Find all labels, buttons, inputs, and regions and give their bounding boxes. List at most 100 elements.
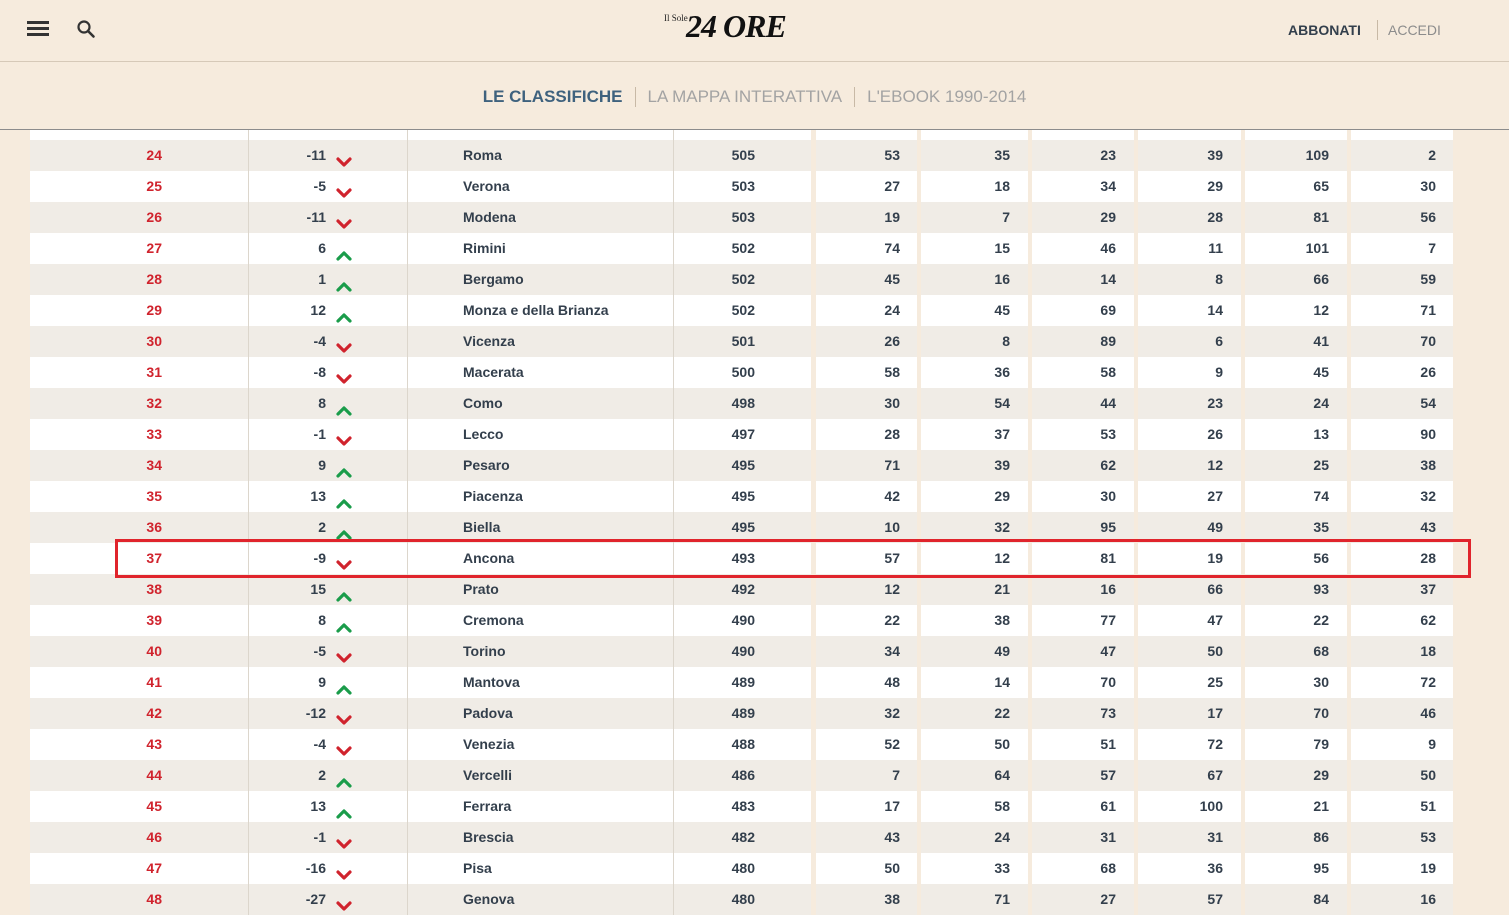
table-row[interactable]: 43 -4 Venezia 488 52 50 51 72 79 9 (30, 729, 1453, 760)
rank-cell: 37 (146, 550, 162, 566)
column-gap (917, 130, 921, 915)
value-cell: 50 (884, 860, 900, 876)
value-cell: 32 (1420, 488, 1436, 504)
value-cell: 89 (1100, 333, 1116, 349)
value-cell: 30 (1313, 674, 1329, 690)
table-row[interactable]: 24 -11 Roma 505 53 35 23 39 109 2 (30, 140, 1453, 171)
value-cell: 39 (994, 457, 1010, 473)
trend-down-icon (336, 738, 352, 756)
value-cell: 24 (994, 829, 1010, 845)
table-row[interactable]: 45 13 Ferrara 483 17 58 61 100 21 51 (30, 791, 1453, 822)
table-row[interactable]: 30 -4 Vicenza 501 26 8 89 6 41 70 (30, 326, 1453, 357)
table-row[interactable]: 28 1 Bergamo 502 45 16 14 8 66 59 (30, 264, 1453, 295)
menu-icon[interactable] (27, 21, 49, 37)
table-row[interactable]: 36 2 Biella 495 10 32 95 49 35 43 (30, 512, 1453, 543)
table-row[interactable]: 27 6 Rimini 502 74 15 46 11 101 7 (30, 233, 1453, 264)
value-cell: 28 (884, 426, 900, 442)
value-cell: 34 (1100, 178, 1116, 194)
score-cell: 498 (731, 395, 755, 411)
value-cell: 7 (892, 767, 900, 783)
search-icon[interactable] (76, 19, 96, 39)
value-cell: 100 (1199, 798, 1223, 814)
table-row[interactable]: 46 -1 Brescia 482 43 24 31 31 86 53 (30, 822, 1453, 853)
rank-cell: 24 (146, 147, 162, 163)
table-row[interactable]: 44 2 Vercelli 486 7 64 57 67 29 50 (30, 760, 1453, 791)
table-row[interactable]: 35 13 Piacenza 495 42 29 30 27 74 32 (30, 481, 1453, 512)
value-cell: 101 (1305, 240, 1329, 256)
table-row[interactable]: 42 -12 Padova 489 32 22 73 17 70 46 (30, 698, 1453, 729)
trend-up-icon (336, 614, 352, 633)
delta-cell: -8 (313, 364, 326, 380)
table-row[interactable]: 25 -5 Verona 503 27 18 34 29 65 30 (30, 171, 1453, 202)
table-row[interactable]: 37 -9 Ancona 493 57 12 81 19 56 28 (30, 543, 1453, 574)
score-cell: 501 (731, 333, 755, 349)
value-cell: 47 (1207, 612, 1223, 628)
rank-cell: 47 (146, 860, 162, 876)
value-cell: 6 (1215, 333, 1223, 349)
value-cell: 32 (884, 705, 900, 721)
value-cell: 11 (1208, 240, 1223, 256)
trend-down-icon (336, 645, 352, 663)
value-cell: 74 (1313, 488, 1329, 504)
value-cell: 14 (1207, 302, 1223, 318)
value-cell: 34 (884, 643, 900, 659)
table-row[interactable]: 48 -27 Genova 480 38 71 27 57 84 16 (30, 884, 1453, 915)
rank-cell: 46 (146, 829, 162, 845)
delta-cell: 1 (318, 271, 326, 287)
value-cell: 2 (1428, 147, 1436, 163)
value-cell: 79 (1313, 736, 1329, 752)
tab-mappa-interattiva[interactable]: LA MAPPA INTERATTIVA (636, 87, 855, 107)
value-cell: 58 (884, 364, 900, 380)
score-cell: 505 (731, 147, 755, 163)
value-cell: 95 (1313, 860, 1329, 876)
value-cell: 27 (1207, 488, 1223, 504)
table-row[interactable]: 34 9 Pesaro 495 71 39 62 12 25 38 (30, 450, 1453, 481)
tab-classifiche[interactable]: LE CLASSIFICHE (471, 87, 635, 107)
trend-down-icon (336, 707, 352, 725)
rank-cell: 30 (146, 333, 162, 349)
value-cell: 81 (1100, 550, 1116, 566)
city-cell: Mantova (463, 674, 520, 690)
site-logo[interactable]: Il Sole 24 ORE (662, 8, 802, 46)
delta-cell: -4 (313, 333, 326, 349)
login-link[interactable]: ACCEDI (1388, 22, 1441, 38)
value-cell: 74 (884, 240, 900, 256)
tab-ebook[interactable]: L'EBOOK 1990-2014 (855, 87, 1038, 107)
table-row[interactable]: 32 8 Como 498 30 54 44 23 24 54 (30, 388, 1453, 419)
subscribe-link[interactable]: ABBONATI (1288, 22, 1361, 38)
table-row[interactable]: 26 -11 Modena 503 19 7 29 28 81 56 (30, 202, 1453, 233)
value-cell: 8 (1215, 271, 1223, 287)
score-cell: 495 (731, 488, 755, 504)
table-row[interactable]: 41 9 Mantova 489 48 14 70 25 30 72 (30, 667, 1453, 698)
value-cell: 86 (1313, 829, 1329, 845)
value-cell: 31 (1207, 829, 1223, 845)
value-cell: 66 (1207, 581, 1223, 597)
delta-cell: -9 (313, 550, 326, 566)
value-cell: 31 (1100, 829, 1116, 845)
score-cell: 482 (731, 829, 755, 845)
value-cell: 38 (1420, 457, 1436, 473)
table-row[interactable]: 47 -16 Pisa 480 50 33 68 36 95 19 (30, 853, 1453, 884)
value-cell: 47 (1100, 643, 1116, 659)
delta-cell: 9 (318, 674, 326, 690)
logo-big-text: 24 ORE (686, 8, 787, 44)
table-row[interactable]: 40 -5 Torino 490 34 49 47 50 68 18 (30, 636, 1453, 667)
value-cell: 57 (1100, 767, 1116, 783)
rank-cell: 41 (146, 674, 162, 690)
value-cell: 61 (1100, 798, 1116, 814)
value-cell: 50 (994, 736, 1010, 752)
table-row[interactable]: 33 -1 Lecco 497 28 37 53 26 13 90 (30, 419, 1453, 450)
value-cell: 23 (1100, 147, 1116, 163)
city-cell: Verona (463, 178, 510, 194)
value-cell: 45 (1313, 364, 1329, 380)
table-row[interactable]: 39 8 Cremona 490 22 38 77 47 22 62 (30, 605, 1453, 636)
value-cell: 43 (884, 829, 900, 845)
delta-cell: 6 (318, 240, 326, 256)
table-row[interactable]: 31 -8 Macerata 500 58 36 58 9 45 26 (30, 357, 1453, 388)
table-row[interactable]: 38 15 Prato 492 12 21 16 66 93 37 (30, 574, 1453, 605)
column-divider (673, 130, 674, 915)
city-cell: Ancona (463, 550, 515, 566)
trend-up-icon (336, 521, 352, 540)
table-row[interactable]: 29 12 Monza e della Brianza 502 24 45 69 14 12 71 (30, 295, 1453, 326)
city-cell: Ferrara (463, 798, 512, 814)
